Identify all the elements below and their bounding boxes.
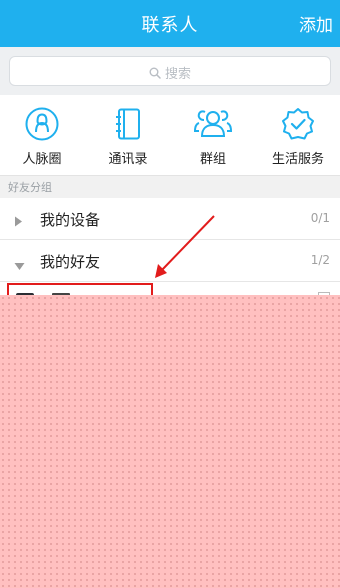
redacted-area [0, 295, 340, 588]
